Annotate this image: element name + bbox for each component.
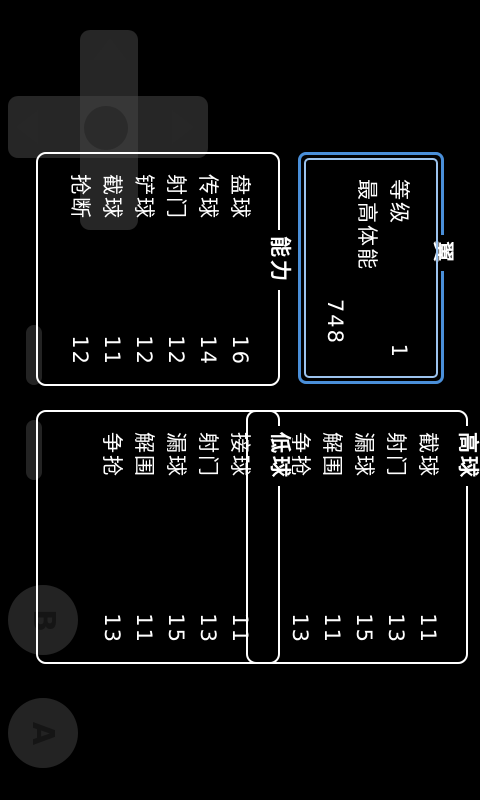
level-rows: 等级 1 最高体能 748 bbox=[319, 179, 415, 359]
low-ball-value: 13 bbox=[100, 613, 124, 644]
ability-value: 12 bbox=[68, 335, 92, 366]
high-ball-label: 漏球 bbox=[352, 432, 376, 478]
max-stamina-row: 最高体能 bbox=[351, 179, 383, 359]
high-ball-label: 解围 bbox=[320, 432, 344, 478]
low-ball-label: 解围 bbox=[132, 432, 156, 478]
game-screen: B A 翼 等级 1 最高体能 748 能力 盘球 16 传球 14 射门 12… bbox=[0, 0, 480, 800]
ability-value: 14 bbox=[196, 335, 220, 366]
ability-row: 传球 14 bbox=[192, 174, 224, 366]
high-ball-value: 15 bbox=[352, 613, 376, 644]
ability-row: 盘球 16 bbox=[224, 174, 256, 366]
low-ball-panel: 低球 接球 11 射门 13 漏球 15 解围 11 争抢 13 bbox=[36, 410, 292, 664]
ability-value: 11 bbox=[100, 335, 124, 366]
high-ball-row: 解围 11 bbox=[316, 432, 348, 644]
max-stamina-label: 最高体能 bbox=[355, 179, 379, 271]
low-ball-value: 13 bbox=[196, 613, 220, 644]
level-row: 等级 1 bbox=[383, 179, 415, 359]
high-ball-value: 13 bbox=[288, 613, 312, 644]
low-ball-row: 漏球 15 bbox=[160, 432, 192, 644]
high-ball-title: 高球 bbox=[456, 426, 480, 486]
ability-row: 射门 12 bbox=[160, 174, 192, 366]
max-stamina-value-row: 748 bbox=[319, 179, 351, 359]
low-ball-row: 接球 11 bbox=[224, 432, 256, 644]
low-ball-value: 11 bbox=[132, 613, 156, 644]
high-ball-value: 13 bbox=[384, 613, 408, 644]
ability-label: 传球 bbox=[196, 174, 220, 220]
ability-rows: 盘球 16 传球 14 射门 12 铲球 12 截球 11 抢断 12 bbox=[64, 174, 256, 366]
high-ball-label: 截球 bbox=[416, 432, 440, 478]
ability-label: 截球 bbox=[100, 174, 124, 220]
high-ball-value: 11 bbox=[416, 613, 440, 644]
level-label: 等级 bbox=[387, 179, 411, 225]
low-ball-rows: 接球 11 射门 13 漏球 15 解围 11 争抢 13 bbox=[96, 432, 256, 644]
high-ball-value: 11 bbox=[320, 613, 344, 644]
low-ball-row: 解围 11 bbox=[128, 432, 160, 644]
ability-label: 盘球 bbox=[228, 174, 252, 220]
high-ball-rows: 截球 11 射门 13 漏球 15 解围 11 争抢 13 bbox=[284, 432, 444, 644]
low-ball-row: 争抢 13 bbox=[96, 432, 128, 644]
low-ball-value: 11 bbox=[228, 613, 252, 644]
low-ball-title: 低球 bbox=[268, 426, 292, 486]
ability-row: 铲球 12 bbox=[128, 174, 160, 366]
ability-label: 铲球 bbox=[132, 174, 156, 220]
low-ball-label: 漏球 bbox=[164, 432, 188, 478]
ability-label: 抢断 bbox=[68, 174, 92, 220]
high-ball-row: 截球 11 bbox=[412, 432, 444, 644]
low-ball-label: 射门 bbox=[196, 432, 220, 478]
ability-panel: 能力 盘球 16 传球 14 射门 12 铲球 12 截球 11 抢断 12 bbox=[36, 152, 292, 386]
ability-value: 12 bbox=[132, 335, 156, 366]
level-value: 1 bbox=[387, 343, 411, 359]
ability-row: 截球 11 bbox=[96, 174, 128, 366]
ability-label: 射门 bbox=[164, 174, 188, 220]
ability-value: 16 bbox=[228, 335, 252, 366]
low-ball-label: 接球 bbox=[228, 432, 252, 478]
level-panel: 翼 等级 1 最高体能 748 bbox=[298, 152, 455, 384]
ability-title: 能力 bbox=[268, 230, 292, 290]
ability-value: 12 bbox=[164, 335, 188, 366]
ability-row: 抢断 12 bbox=[64, 174, 96, 366]
player-name: 翼 bbox=[431, 235, 455, 271]
low-ball-value: 15 bbox=[164, 613, 188, 644]
low-ball-row: 射门 13 bbox=[192, 432, 224, 644]
high-ball-label: 射门 bbox=[384, 432, 408, 478]
high-ball-row: 射门 13 bbox=[380, 432, 412, 644]
low-ball-label: 争抢 bbox=[100, 432, 124, 478]
status-screen: 翼 等级 1 最高体能 748 能力 盘球 16 传球 14 射门 12 铲球 … bbox=[0, 0, 480, 800]
high-ball-row: 漏球 15 bbox=[348, 432, 380, 644]
max-stamina-value: 748 bbox=[323, 298, 347, 345]
